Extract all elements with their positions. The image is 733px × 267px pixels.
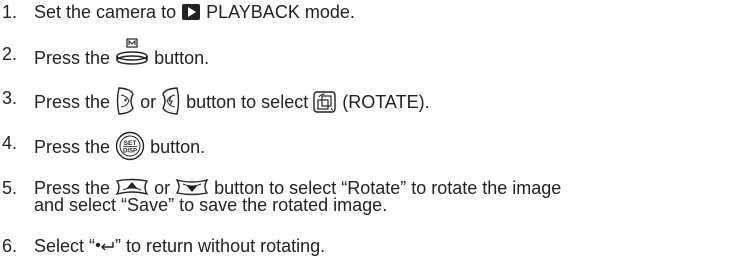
right-button-icon	[161, 86, 181, 116]
step-text-before: Select “	[34, 236, 96, 256]
step-text-after: button to select	[186, 91, 309, 112]
disp-label: DISP	[123, 149, 137, 155]
step-text: Set the camera to PLAYBACK mode.	[34, 2, 355, 22]
step-text: Press the SET DISP button.	[34, 131, 206, 163]
step-text-before: Set the camera to	[34, 2, 177, 22]
step-text-after2: (ROTATE).	[342, 91, 430, 112]
step-text-before: Press the	[34, 91, 111, 112]
step-text-before: Press the	[34, 47, 111, 68]
step-number: 6.	[2, 236, 18, 256]
step-text: Press the or button to select (ROTATE).	[34, 86, 430, 118]
step-text-middle: or	[140, 91, 157, 112]
step-number: 2.	[2, 44, 18, 64]
menu-button-icon	[115, 38, 149, 68]
up-button-icon	[115, 177, 149, 197]
down-button-icon	[175, 177, 209, 197]
step-number: 1.	[2, 2, 18, 22]
instruction-list: 1. Set the camera to PLAYBACK mode. 2. P…	[0, 0, 733, 267]
step-text: Press the button.	[34, 38, 210, 74]
step-number: 4.	[2, 133, 18, 153]
playback-icon	[181, 3, 201, 21]
step-number: 3.	[2, 88, 18, 108]
set-disp-button-icon: SET DISP	[115, 131, 145, 161]
set-label: SET	[124, 140, 137, 147]
step-text-before: Press the	[34, 136, 111, 157]
return-icon	[95, 238, 115, 252]
step-text: Select “ ” to return without rotating.	[34, 236, 325, 256]
left-button-icon	[115, 86, 135, 116]
step-number: 5.	[2, 178, 18, 198]
step-text-after: button.	[154, 47, 210, 68]
step-text: Press the or button to select “Rotate” t…	[34, 178, 561, 215]
step-text-after: button.	[150, 136, 206, 157]
step-text-after: ” to return without rotating.	[115, 236, 326, 256]
rotate-icon	[313, 91, 337, 113]
step-text-after: PLAYBACK mode.	[206, 2, 355, 22]
